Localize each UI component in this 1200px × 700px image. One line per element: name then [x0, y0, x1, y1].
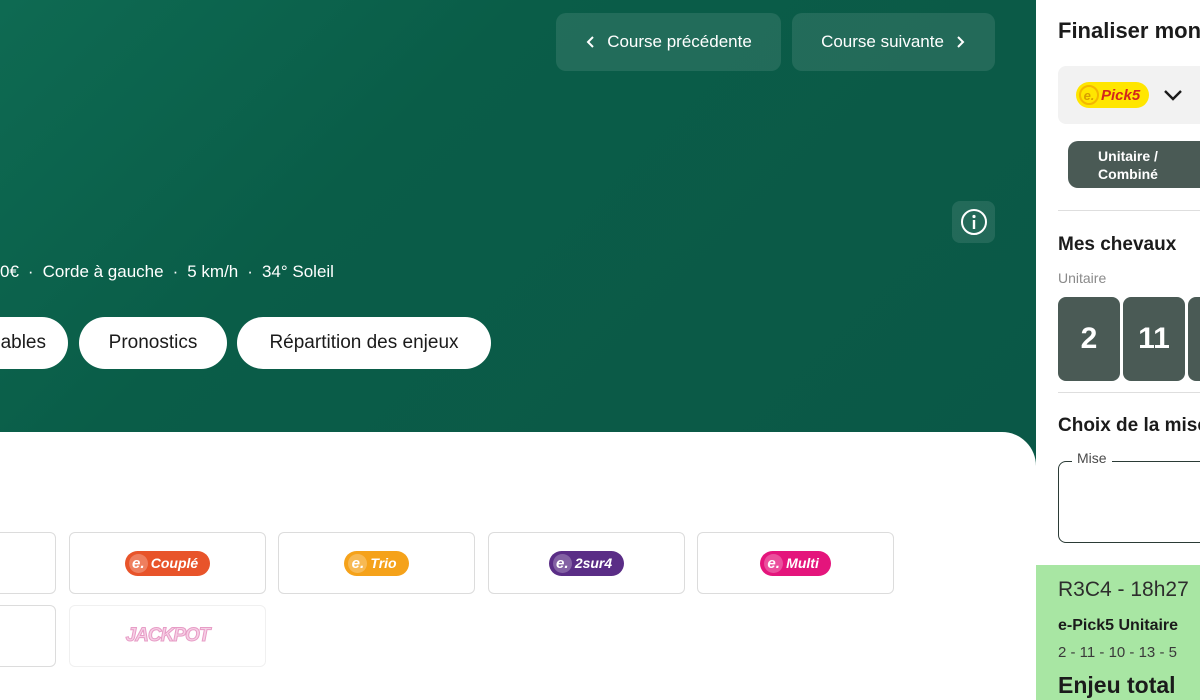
next-race-label: Course suivante	[821, 32, 944, 51]
divider	[1058, 210, 1200, 211]
race-weather: 34° Soleil	[261, 262, 334, 281]
selected-horse[interactable]: 10	[1188, 297, 1200, 381]
race-conditions: 0€ · Corde à gauche · 5 km/h · 34° Soleil	[0, 262, 334, 281]
race-info-button[interactable]	[952, 201, 995, 243]
e-icon: e.	[552, 553, 572, 573]
tab-pronostics[interactable]: Pronostics	[79, 317, 227, 369]
bet-card-couple[interactable]: e. Couplé	[69, 532, 266, 594]
race-wind: 5 km/h	[187, 262, 239, 281]
summary-total-label: Enjeu total	[1058, 672, 1176, 698]
chevron-down-icon	[1164, 90, 1183, 101]
pick5-label: Pick5	[1101, 86, 1141, 104]
divider	[1058, 392, 1200, 393]
jackpot-logo: JACKPOT	[125, 625, 211, 647]
tab-partants[interactable]: ables	[0, 317, 68, 369]
e-icon: e.	[128, 553, 148, 573]
my-horses-title: Mes chevaux	[1058, 234, 1177, 255]
trio-label: Trio	[370, 555, 397, 571]
summary-combination: 2 - 11 - 10 - 13 - 5	[1058, 644, 1177, 661]
race-rail: Corde à gauche	[42, 262, 164, 281]
tab-label: ables	[0, 332, 46, 353]
bet-slip-title: Finaliser mon pari	[1058, 18, 1200, 43]
selected-horse[interactable]: 2	[1058, 297, 1120, 381]
info-icon	[960, 209, 987, 235]
bet-card-trio[interactable]: e. Trio	[278, 532, 475, 594]
couple-logo: e. Couplé	[124, 550, 211, 576]
chevron-right-icon	[957, 36, 965, 48]
bet-card-partial[interactable]	[0, 605, 56, 667]
multi-logo: e. Multi	[760, 550, 831, 576]
horses-mode-label: Unitaire	[1058, 270, 1107, 286]
previous-race-label: Course précédente	[607, 32, 752, 51]
couple-label: Couplé	[150, 555, 199, 571]
stake-title: Choix de la mise	[1058, 415, 1200, 436]
next-race-button[interactable]: Course suivante	[792, 13, 995, 71]
bet-card-jackpot[interactable]: JACKPOT	[69, 605, 266, 667]
chevron-left-icon	[586, 36, 594, 48]
summary-bet: e-Pick5 Unitaire	[1058, 617, 1179, 634]
bet-summary: R3C4 - 18h27 e-Pick5 Unitaire 2 - 11 - 1…	[1036, 565, 1200, 700]
previous-race-button[interactable]: Course précédente	[556, 13, 781, 71]
multi-label: Multi	[786, 555, 819, 571]
bet-type-select[interactable]: e. Pick5	[1058, 66, 1200, 124]
trio-logo: e. Trio	[344, 550, 409, 576]
mode-unitaire-combine-button[interactable]: Unitaire / Combiné	[1068, 141, 1200, 188]
race-header: Course précédente Course suivante 0€ · Cor…	[0, 0, 1036, 470]
stake-input-label: Mise	[1072, 450, 1112, 466]
pick5-logo: e. Pick5	[1076, 82, 1150, 108]
bet-type-panel: e. Couplé e. Trio e. 2sur4 e. Multi JACKPOT	[0, 432, 1036, 700]
e-icon: e.	[348, 553, 368, 573]
e-icon: e.	[764, 553, 784, 573]
2sur4-logo: e. 2sur4	[548, 550, 625, 576]
e-icon: e.	[1079, 85, 1099, 105]
tab-label: Pronostics	[108, 332, 198, 353]
tab-label: Répartition des enjeux	[269, 332, 459, 353]
2sur4-label: 2sur4	[574, 555, 613, 571]
bet-card-partial[interactable]	[0, 532, 56, 594]
stake-input[interactable]	[1058, 461, 1200, 543]
bet-card-multi[interactable]: e. Multi	[697, 532, 894, 594]
summary-race: R3C4 - 18h27	[1058, 578, 1189, 601]
race-prize: 0€	[0, 262, 19, 281]
selected-horse[interactable]: 11	[1123, 297, 1185, 381]
bet-card-2sur4[interactable]: e. 2sur4	[488, 532, 685, 594]
bet-slip-sidebar: Finaliser mon pari e.Pick5 Unitaire / Co…	[1036, 0, 1200, 700]
tab-repartition-enjeux[interactable]: Répartition des enjeux	[237, 317, 491, 369]
